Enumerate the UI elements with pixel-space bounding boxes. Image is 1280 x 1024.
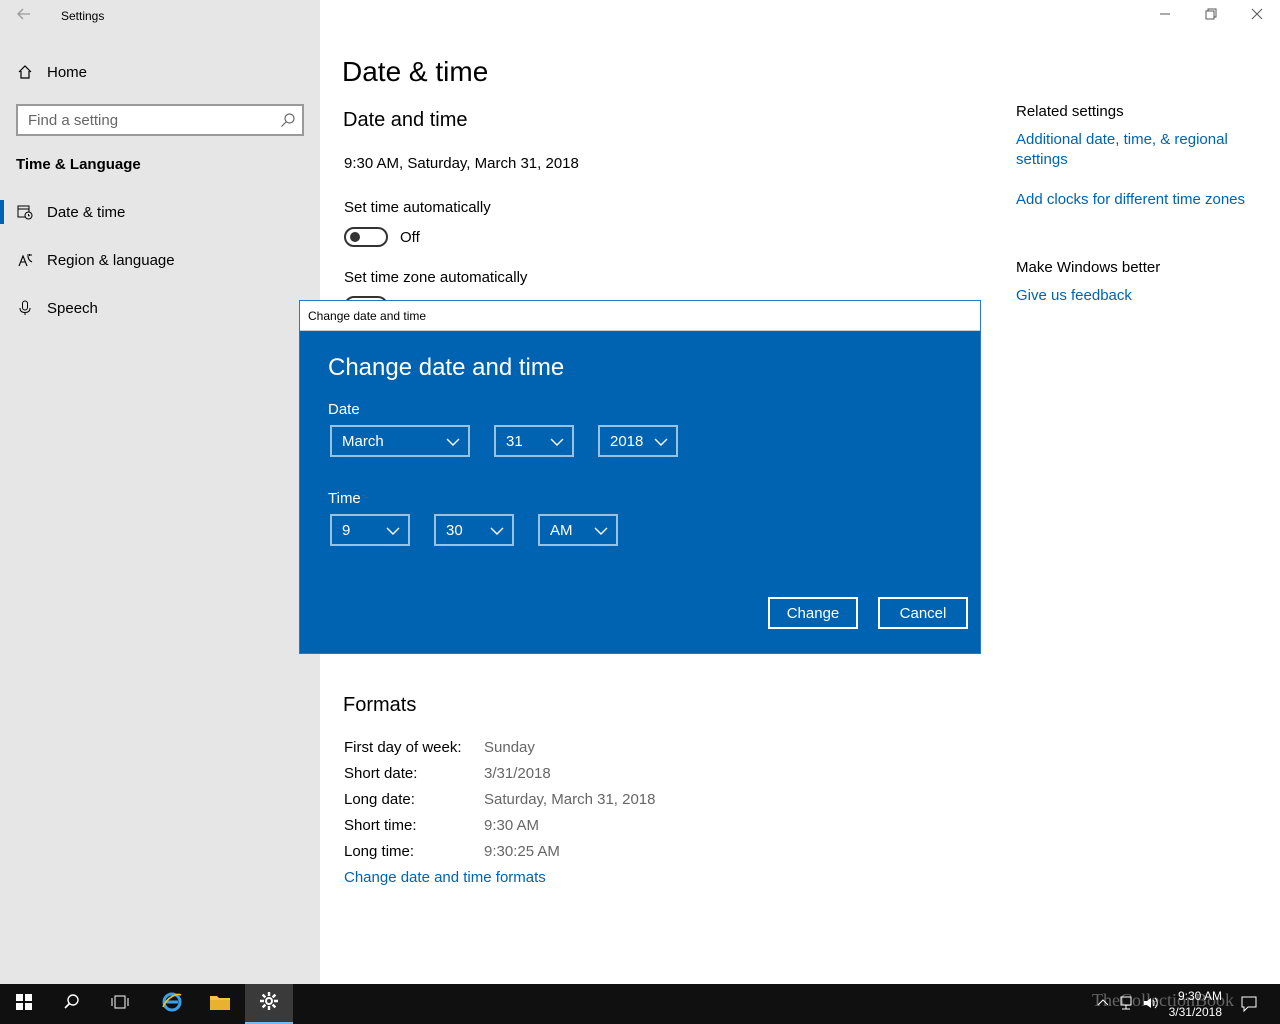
- sidebar-item-date-time[interactable]: Date & time: [0, 192, 320, 232]
- chevron-down-icon: [446, 435, 460, 449]
- feedback-link[interactable]: Give us feedback: [1016, 286, 1256, 306]
- folder-icon: [209, 993, 231, 1016]
- time-label: Time: [328, 490, 361, 507]
- year-select[interactable]: 2018: [598, 425, 678, 457]
- back-arrow-icon[interactable]: [16, 6, 36, 26]
- format-value: Sunday: [484, 739, 535, 756]
- gear-icon: [259, 991, 279, 1016]
- calendar-clock-icon: [17, 204, 33, 220]
- microphone-icon: [17, 300, 33, 316]
- chevron-down-icon: [550, 435, 564, 449]
- dialog-bar-title: Change date and time: [308, 309, 427, 323]
- toggle-knob: [350, 232, 360, 242]
- restore-icon: [1205, 7, 1217, 25]
- year-value: 2018: [610, 433, 644, 450]
- cancel-button[interactable]: Cancel: [878, 597, 968, 629]
- sidebar-item-speech[interactable]: Speech: [0, 288, 320, 328]
- edge-browser-button[interactable]: [148, 984, 196, 1024]
- month-select[interactable]: March: [330, 425, 470, 457]
- settings-taskbar-button[interactable]: [245, 984, 293, 1024]
- chevron-down-icon: [594, 524, 608, 538]
- change-date-time-dialog: Change date and time Change date and tim…: [299, 300, 981, 654]
- task-view-icon: [111, 993, 129, 1016]
- search-icon[interactable]: [280, 112, 296, 128]
- dialog-title: Change date and time: [328, 354, 565, 381]
- current-datetime: 9:30 AM, Saturday, March 31, 2018: [344, 155, 579, 172]
- chevron-down-icon: [386, 524, 400, 538]
- format-row: Long time: 9:30:25 AM: [344, 843, 560, 860]
- add-clocks-link[interactable]: Add clocks for different time zones: [1016, 190, 1256, 210]
- task-view-button[interactable]: [96, 984, 144, 1024]
- make-windows-better-heading: Make Windows better: [1016, 259, 1161, 276]
- format-value: 9:30 AM: [484, 817, 540, 834]
- home-icon: [17, 64, 33, 80]
- internet-explorer-icon: [161, 991, 183, 1018]
- search-icon: [63, 993, 81, 1016]
- format-value: 9:30:25 AM: [484, 843, 560, 860]
- region-language-icon: [17, 252, 33, 268]
- set-tz-auto-label: Set time zone automatically: [344, 269, 528, 286]
- format-key: Short date:: [344, 765, 418, 782]
- dialog-titlebar[interactable]: Change date and time: [300, 301, 980, 331]
- day-select[interactable]: 31: [494, 425, 574, 457]
- close-button[interactable]: [1234, 0, 1280, 32]
- additional-settings-link[interactable]: Additional date, time, & regional settin…: [1016, 130, 1256, 170]
- sidebar-item-label: Speech: [47, 299, 98, 317]
- format-value: 3/31/2018: [484, 765, 551, 782]
- section-title: Date and time: [343, 109, 468, 131]
- ampm-select[interactable]: AM: [538, 514, 618, 546]
- nav-home-label: Home: [47, 63, 88, 81]
- search-input[interactable]: [18, 106, 268, 134]
- set-time-auto-toggle[interactable]: [344, 227, 388, 247]
- sidebar-item-label: Region & language: [47, 251, 175, 269]
- format-row: Short date: 3/31/2018: [344, 765, 551, 782]
- day-value: 31: [506, 433, 523, 450]
- chevron-down-icon: [654, 435, 668, 449]
- close-icon: [1251, 7, 1263, 25]
- ampm-value: AM: [550, 522, 573, 539]
- file-explorer-button[interactable]: [196, 984, 244, 1024]
- format-key: First day of week:: [344, 739, 462, 756]
- page-title: Date & time: [342, 56, 489, 87]
- search-box[interactable]: [16, 104, 304, 136]
- change-formats-link[interactable]: Change date and time formats: [344, 869, 546, 886]
- minimize-button[interactable]: [1142, 0, 1188, 32]
- set-time-auto-state: Off: [400, 229, 420, 246]
- sidebar-item-label: Date & time: [47, 203, 126, 221]
- format-key: Short time:: [344, 817, 417, 834]
- change-button[interactable]: Change: [768, 597, 858, 629]
- section-heading: Time & Language: [16, 156, 141, 173]
- set-time-auto-label: Set time automatically: [344, 199, 491, 216]
- start-button[interactable]: [0, 984, 48, 1024]
- format-key: Long time:: [344, 843, 415, 860]
- formats-title: Formats: [343, 694, 417, 716]
- minute-select[interactable]: 30: [434, 514, 514, 546]
- month-value: March: [342, 433, 384, 450]
- format-value: Saturday, March 31, 2018: [484, 791, 656, 808]
- search-button[interactable]: [48, 984, 96, 1024]
- taskbar: 9:30 AM 3/31/2018: [0, 984, 1280, 1024]
- hour-value: 9: [342, 522, 351, 539]
- date-label: Date: [328, 401, 360, 418]
- watermark-text: TheCollectionBook: [1092, 990, 1234, 1010]
- minimize-icon: [1159, 7, 1171, 25]
- format-row: Long date: Saturday, March 31, 2018: [344, 791, 656, 808]
- minute-value: 30: [446, 522, 463, 539]
- hour-select[interactable]: 9: [330, 514, 410, 546]
- format-row: First day of week: Sunday: [344, 739, 535, 756]
- format-key: Long date:: [344, 791, 415, 808]
- nav-home[interactable]: Home: [0, 52, 320, 92]
- sidebar: Settings Home Time & Language Date & tim…: [0, 0, 320, 984]
- app-title: Settings: [61, 9, 105, 23]
- action-center-icon[interactable]: [1240, 995, 1258, 1018]
- chevron-down-icon: [490, 524, 504, 538]
- restore-button[interactable]: [1188, 0, 1234, 32]
- related-settings-heading: Related settings: [1016, 103, 1124, 120]
- windows-logo-icon: [16, 993, 32, 1015]
- sidebar-item-region-language[interactable]: Region & language: [0, 240, 320, 280]
- format-row: Short time: 9:30 AM: [344, 817, 539, 834]
